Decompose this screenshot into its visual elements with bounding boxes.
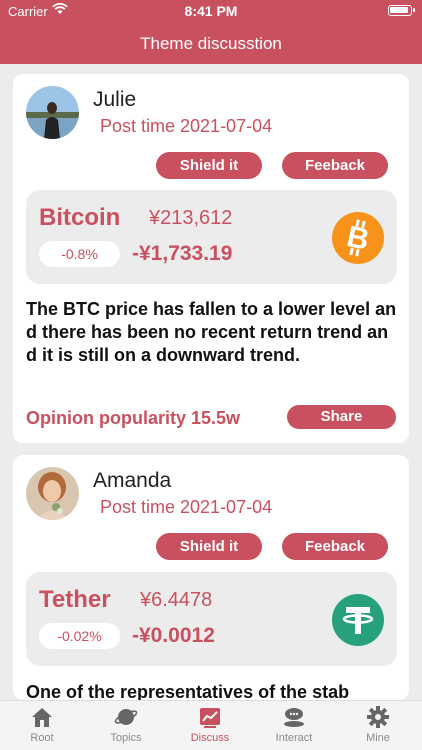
change-value: -¥1,733.19 <box>132 242 233 265</box>
status-bar: Carrier 8:41 PM <box>0 0 422 22</box>
opinion-popularity: Opinion popularity 15.5w <box>26 408 241 428</box>
share-button[interactable]: Share <box>287 405 396 429</box>
home-icon <box>32 708 52 727</box>
shield-button[interactable]: Shield it <box>156 152 262 179</box>
avatar-photo <box>26 86 79 139</box>
tab-label: Interact <box>275 732 313 744</box>
post-time: Post time 2021-07-04 <box>100 116 273 136</box>
coin-price: ¥6.4478 <box>140 589 213 611</box>
post-text: One of the representatives of the stab <box>26 682 350 700</box>
tab-label: Root <box>30 732 54 744</box>
tab-root[interactable]: Root <box>0 701 84 750</box>
planet-icon <box>114 709 138 725</box>
tab-label: Discuss <box>190 732 230 744</box>
coin-quote-box[interactable]: Tether ¥6.4478 -0.02% -¥0.0012 <box>26 572 397 666</box>
tab-label: Topics <box>110 732 142 744</box>
change-value: -¥0.0012 <box>132 624 215 647</box>
clock: 8:41 PM <box>184 3 238 19</box>
page-title: Theme discusstion <box>140 34 282 53</box>
tab-mine[interactable]: Mine <box>336 701 420 750</box>
coin-name: Bitcoin <box>39 204 121 231</box>
tether-icon <box>332 594 384 646</box>
post-text: The BTC price has fallen to a lower leve… <box>26 299 397 365</box>
change-percent-badge: -0.02% <box>39 623 120 649</box>
username: Amanda <box>93 469 172 492</box>
username: Julie <box>93 88 137 111</box>
nav-header: Carrier 8:41 PM Theme discusstion <box>0 0 422 64</box>
post-card: Julie Post time 2021-07-04 Shield it Fee… <box>13 74 409 443</box>
tab-label: Mine <box>366 732 390 744</box>
gear-icon <box>367 706 389 728</box>
feedback-button[interactable]: Feeback <box>282 533 388 560</box>
coin-name: Tether <box>39 586 111 613</box>
avatar-photo <box>26 467 79 520</box>
coin-price: ¥213,612 <box>149 207 233 229</box>
tab-topics[interactable]: Topics <box>84 701 168 750</box>
avatar[interactable] <box>26 467 79 520</box>
battery-icon <box>388 5 415 16</box>
avatar[interactable] <box>26 86 79 139</box>
post-card: Amanda Post time 2021-07-04 Shield it Fe… <box>13 455 409 700</box>
post-time: Post time 2021-07-04 <box>100 497 273 517</box>
tab-discuss[interactable]: Discuss <box>168 701 252 750</box>
tab-interact[interactable]: Interact <box>252 701 336 750</box>
tab-bar: Root Topics Discuss Interact Mine <box>0 700 422 750</box>
bitcoin-icon: B <box>332 212 384 264</box>
feedback-button[interactable]: Feeback <box>282 152 388 179</box>
chat-icon <box>284 708 304 727</box>
shield-button[interactable]: Shield it <box>156 533 262 560</box>
chart-icon <box>200 708 220 728</box>
change-percent-badge: -0.8% <box>39 241 120 267</box>
coin-quote-box[interactable]: Bitcoin ¥213,612 -0.8% -¥1,733.19 B <box>26 190 397 284</box>
